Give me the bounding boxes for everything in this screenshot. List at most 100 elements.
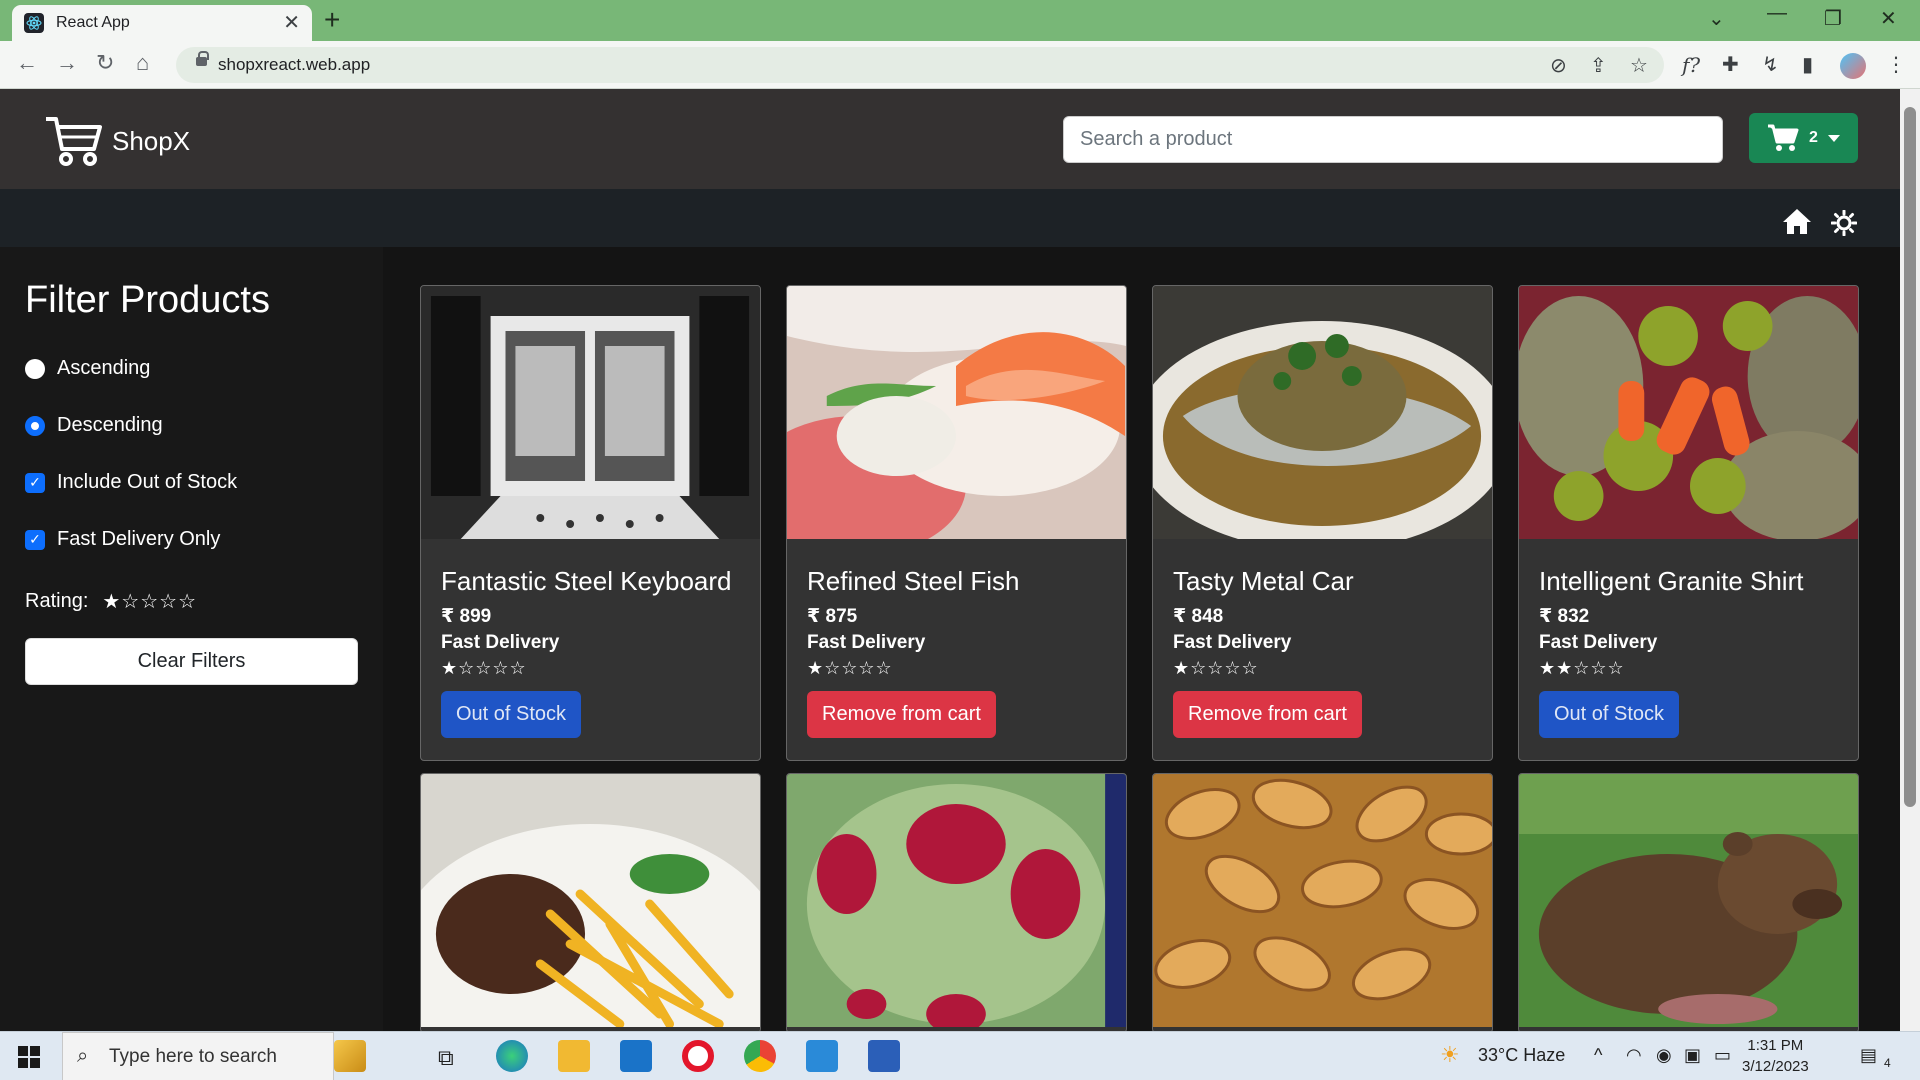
product-card: Refined Steel Fish ₹ 875 Fast Delivery ★… [786,285,1127,761]
product-price: ₹ 875 [807,606,858,627]
product-name: Refined Steel Fish [807,566,1020,596]
product-name: Intelligent Granite Shirt [1539,566,1804,596]
ascending-label: Ascending [57,357,151,379]
remove-from-cart-button[interactable]: Remove from cart [807,691,996,738]
vscode-icon[interactable] [806,1040,838,1072]
home-browser-icon[interactable]: ⌂ [136,52,149,74]
product-card: Tasty Metal Car ₹ 848 Fast Delivery ★☆☆☆… [1152,285,1493,761]
weather-text[interactable]: 33°C Haze [1478,1045,1565,1066]
notification-count: 4 [1884,1056,1891,1070]
cart-icon [1768,124,1799,151]
display-icon[interactable]: ▣ [1684,1045,1701,1066]
taskbar-search-placeholder: Type here to search [109,1045,277,1067]
react-favicon-icon [24,13,44,33]
product-grid: Fantastic Steel Keyboard ₹ 899 Fast Deli… [383,247,1900,1033]
chrome-icon[interactable] [744,1040,776,1072]
delivery-label: Fast Delivery [441,632,560,653]
chevron-down-icon [1827,134,1840,142]
restore-icon[interactable]: ❐ [1824,6,1842,31]
sub-navbar [0,189,1900,247]
tracking-blocked-icon[interactable]: ⊘ [1550,53,1567,78]
side-panel-icon[interactable]: ▮ [1802,55,1813,75]
delivery-label: Fast Delivery [1173,632,1292,653]
extensions-puzzle-icon[interactable]: ✚ [1722,55,1739,75]
task-view-icon[interactable]: ⧉ [438,1045,454,1071]
fast-delivery-option[interactable]: ✓ Fast Delivery Only [25,528,220,551]
windows-start-icon[interactable] [18,1046,40,1068]
product-card [1152,773,1493,1033]
clear-filters-button[interactable]: Clear Filters [25,638,358,685]
product-card [786,773,1127,1033]
ascending-radio[interactable] [25,358,45,379]
extension-icon[interactable]: ↯ [1762,55,1779,75]
notifications-icon[interactable]: ▤ [1860,1045,1877,1066]
forward-icon[interactable]: → [56,52,78,74]
cart-dropdown-button[interactable]: 2 [1749,113,1858,163]
sort-ascending-option[interactable]: Ascending [25,357,150,380]
search-input[interactable] [1063,116,1723,163]
bookmark-star-icon[interactable]: ☆ [1630,53,1648,78]
product-image [1153,774,1492,1027]
product-image [1519,286,1858,541]
share-icon[interactable]: ⇪ [1590,53,1607,78]
product-rating: ★★☆☆☆ [1539,658,1625,678]
browser-tab-strip: React App ✕ + ⌄ — ❐ ✕ [0,0,1920,41]
remove-from-cart-button[interactable]: Remove from cart [1173,691,1362,738]
product-card [1518,773,1859,1033]
meet-icon[interactable]: ◉ [1656,1045,1672,1066]
browser-toolbar: ← → ↻ ⌂ shopxreact.web.app ⊘ ⇪ ☆ f? ✚ ↯ … [0,41,1920,89]
close-window-icon[interactable]: ✕ [1880,6,1897,31]
battery-icon[interactable]: ▭ [1714,1045,1731,1066]
network-icon[interactable]: ◠ [1626,1045,1642,1066]
edge-icon[interactable] [496,1040,528,1072]
url-text: shopxreact.web.app [218,55,371,74]
product-image [787,286,1126,556]
opera-icon[interactable] [682,1040,714,1072]
descending-radio[interactable] [25,415,45,436]
file-explorer-icon[interactable] [558,1040,590,1072]
show-hidden-icons-icon[interactable]: ^ [1594,1045,1602,1066]
weather-icon: ☀ [1440,1042,1460,1067]
browser-tab[interactable]: React App ✕ [12,5,312,41]
sort-descending-option[interactable]: Descending [25,414,163,437]
brand[interactable]: ShopX [44,115,190,167]
mail-icon[interactable] [620,1040,652,1072]
include-out-of-stock-checkbox[interactable]: ✓ [25,472,45,493]
page-scrollbar[interactable] [1900,89,1920,1031]
windows-taskbar: ⌕ Type here to search ⧉ ☀ 33°C Haze ^ ◠ … [0,1031,1920,1080]
out-of-stock-button[interactable]: Out of Stock [441,691,582,738]
scrollbar-thumb[interactable] [1904,107,1916,807]
minimize-icon[interactable]: — [1767,2,1787,25]
profile-avatar[interactable] [1840,53,1866,79]
rating-filter: Rating: ★☆☆☆☆ [25,589,197,614]
clock[interactable]: 1:31 PM 3/12/2023 [1742,1035,1809,1077]
rating-label: Rating: [25,590,89,612]
include-out-of-stock-option[interactable]: ✓ Include Out of Stock [25,471,237,494]
search-highlight-icon[interactable] [334,1040,366,1072]
product-image [1519,774,1858,1027]
theme-toggle-sun-icon[interactable] [1831,210,1857,236]
time: 1:31 PM [1747,1037,1804,1054]
fast-delivery-checkbox[interactable]: ✓ [25,529,45,550]
taskbar-search-box[interactable]: ⌕ Type here to search [62,1032,334,1080]
formula-extension-icon[interactable]: f? [1682,55,1700,75]
address-bar[interactable]: shopxreact.web.app ⊘ ⇪ ☆ [176,47,1664,83]
chrome-menu-icon[interactable]: ⋮ [1886,55,1906,75]
word-icon[interactable] [868,1040,900,1072]
fast-delivery-label: Fast Delivery Only [57,528,221,550]
home-icon[interactable] [1781,207,1813,235]
reload-icon[interactable]: ↻ [96,52,114,74]
delivery-label: Fast Delivery [1539,632,1658,653]
out-of-stock-button[interactable]: Out of Stock [1539,691,1680,738]
back-icon[interactable]: ← [16,52,38,74]
date: 3/12/2023 [1742,1058,1809,1075]
product-image [1153,286,1492,551]
tab-title: React App [56,14,130,31]
tab-close-icon[interactable]: ✕ [283,13,300,33]
product-rating: ★☆☆☆☆ [441,658,527,678]
product-image [787,774,1126,1032]
rating-stars[interactable]: ★☆☆☆☆ [102,589,197,614]
new-tab-icon[interactable]: + [324,6,340,34]
cart-count: 2 [1809,129,1818,146]
tab-search-icon[interactable]: ⌄ [1708,6,1725,31]
